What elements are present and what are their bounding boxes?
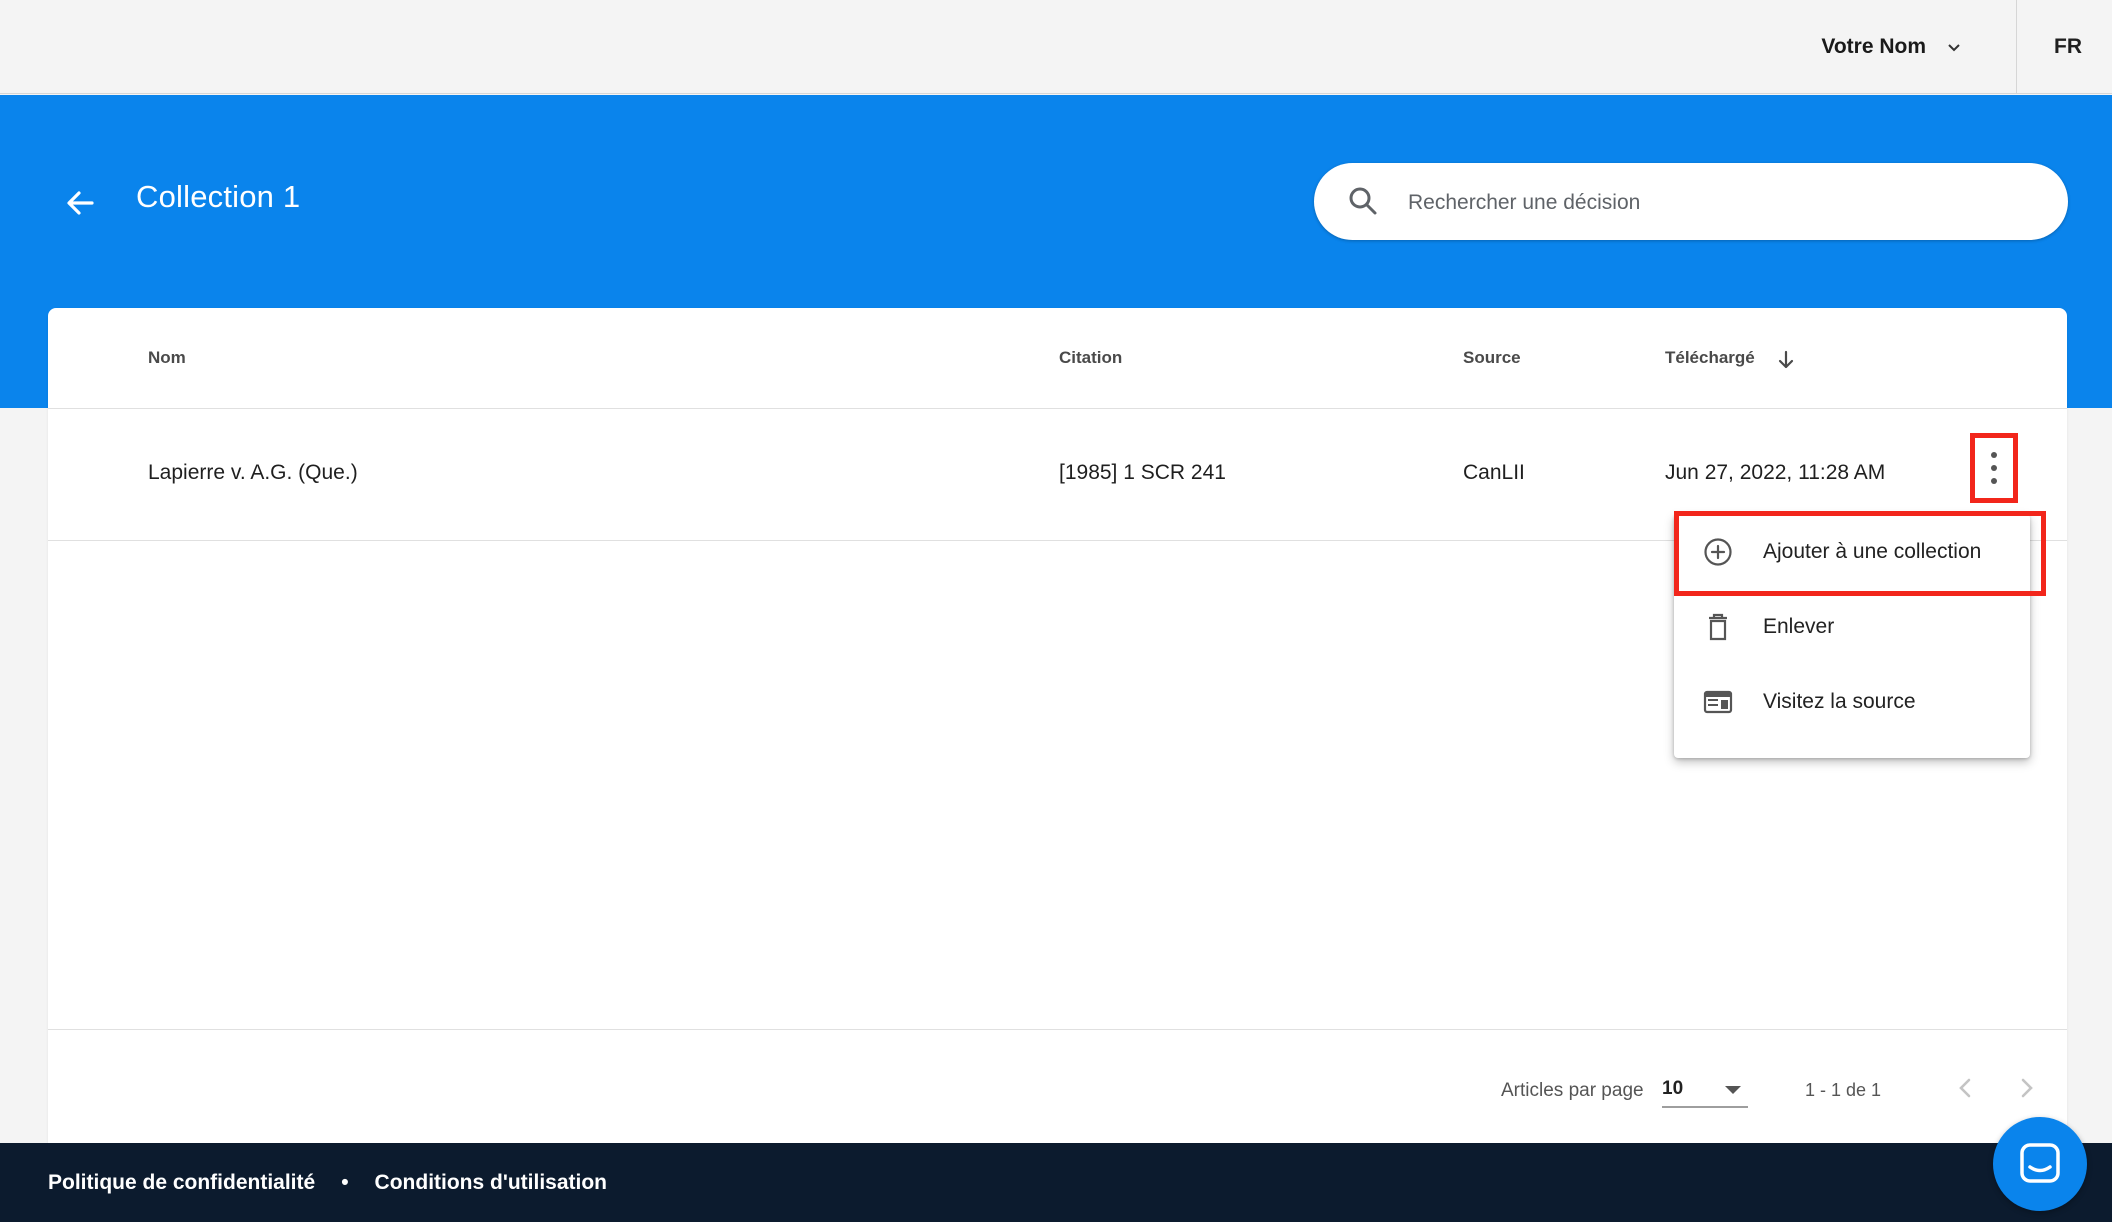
user-name: Votre Nom xyxy=(1821,35,1926,58)
search-input[interactable] xyxy=(1406,163,2030,242)
page-range: 1 - 1 de 1 xyxy=(1805,1080,1882,1100)
sort-arrow-down-icon[interactable] xyxy=(1776,350,1796,370)
privacy-policy-link[interactable]: Politique de confidentialité xyxy=(48,1171,315,1195)
cell-source: CanLII xyxy=(1463,461,1525,484)
per-page-label: Articles par page xyxy=(1501,1080,1644,1101)
back-arrow-icon[interactable] xyxy=(62,184,100,222)
table-header: Nom Citation Source Téléchargé xyxy=(48,308,2067,409)
terms-of-use-link[interactable]: Conditions d'utilisation xyxy=(375,1171,607,1195)
menu-highlight-box xyxy=(1674,511,2046,596)
more-options-icon[interactable] xyxy=(1980,446,2008,490)
chat-launcher-button[interactable] xyxy=(1993,1117,2087,1211)
chevron-left-icon[interactable] xyxy=(1948,1070,1984,1106)
cell-name[interactable]: Lapierre v. A.G. (Que.) xyxy=(148,461,358,485)
chat-icon xyxy=(2020,1143,2060,1183)
web-source-icon xyxy=(1703,690,1733,714)
chevron-down-icon xyxy=(1948,44,1960,52)
per-page-value: 10 xyxy=(1662,1078,1684,1099)
menu-item-remove[interactable]: Enlever xyxy=(1674,589,2030,664)
chevron-right-icon[interactable] xyxy=(2008,1070,2044,1106)
footer-separator: • xyxy=(341,1170,349,1194)
footer-links: Politique de confidentialité • Condition… xyxy=(48,1143,607,1222)
top-bar: Votre Nom FR xyxy=(0,0,2112,94)
cell-downloaded: Jun 27, 2022, 11:28 AM xyxy=(1665,461,1886,484)
menu-item-label: Enlever xyxy=(1763,615,1835,638)
language-toggle[interactable]: FR xyxy=(2054,0,2082,94)
menu-item-visit-source[interactable]: Visitez la source xyxy=(1674,664,2030,739)
table-pagination: Articles par page 10 1 - 1 de 1 xyxy=(48,1029,2067,1144)
per-page-select[interactable]: 10 xyxy=(1662,1070,1748,1108)
column-header-source[interactable]: Source xyxy=(1463,348,1521,368)
topbar-divider xyxy=(2016,0,2017,94)
menu-item-label: Visitez la source xyxy=(1763,690,1916,713)
site-footer: Politique de confidentialité • Condition… xyxy=(0,1143,2112,1222)
page-title: Collection 1 xyxy=(136,179,301,214)
search-box[interactable] xyxy=(1314,163,2068,242)
cell-citation: [1985] 1 SCR 241 xyxy=(1059,461,1226,484)
caret-down-icon xyxy=(1725,1086,1741,1094)
column-header-citation[interactable]: Citation xyxy=(1059,348,1122,368)
search-icon xyxy=(1349,187,1377,215)
column-header-downloaded[interactable]: Téléchargé xyxy=(1665,348,1755,368)
column-header-nom[interactable]: Nom xyxy=(148,348,186,368)
user-menu-button[interactable]: Votre Nom xyxy=(1821,0,1962,94)
trash-icon xyxy=(1709,613,1727,641)
